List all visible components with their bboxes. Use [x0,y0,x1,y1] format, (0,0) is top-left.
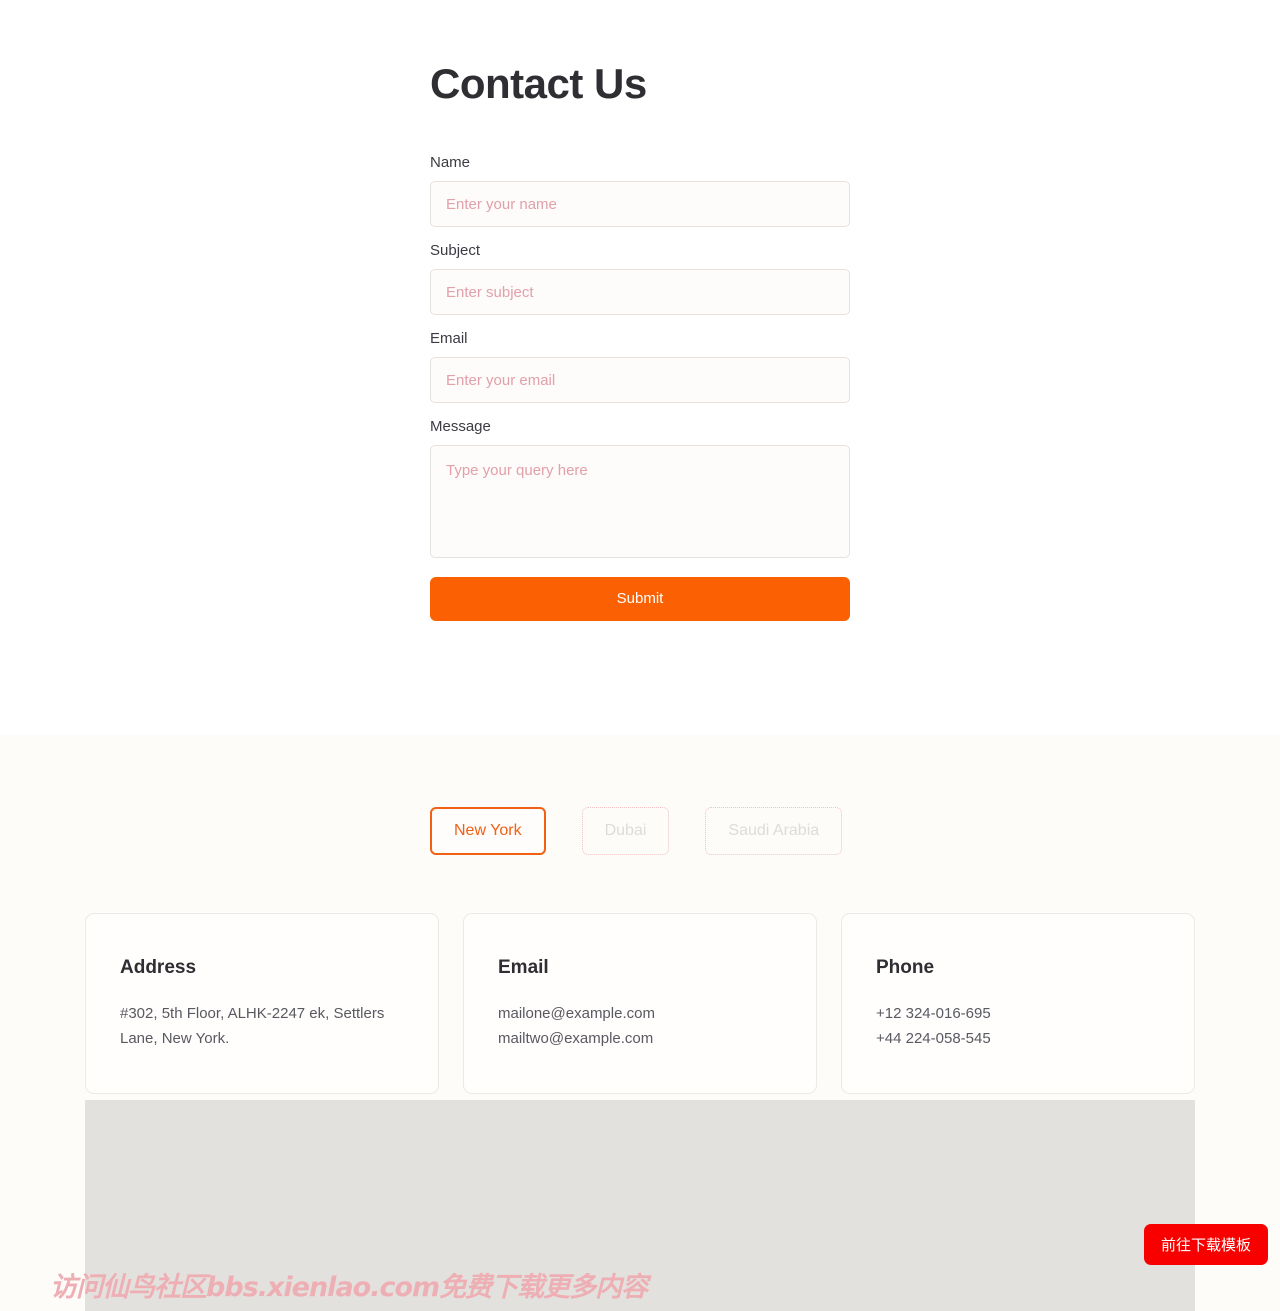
card-phone-line-2[interactable]: +44 224-058-545 [876,1026,1160,1051]
message-textarea[interactable] [430,445,850,559]
card-email: Email mailone@example.com mailtwo@exampl… [463,913,817,1095]
card-address-title: Address [120,957,197,978]
subject-label: Subject [430,242,481,260]
subject-input[interactable] [430,269,850,316]
card-address: Address #302, 5th Floor, ALHK-2247 ek, S… [85,913,439,1095]
tab-new-york[interactable]: New York [430,807,546,855]
card-address-line-1: #302, 5th Floor, ALHK-2247 ek, Settlers … [120,1004,385,1048]
field-group-name: Name [430,154,850,228]
email-label: Email [430,330,468,348]
contact-form-section: Contact Us Name Subject Email Message Su… [0,0,1280,735]
page-title: Contact Us [430,60,647,107]
submit-button[interactable]: Submit [430,577,850,622]
card-email-line-2[interactable]: mailtwo@example.com [498,1026,782,1051]
name-input[interactable] [430,181,850,228]
card-phone-line-1[interactable]: +12 324-016-695 [876,1001,1160,1026]
contact-cards: Address #302, 5th Floor, ALHK-2247 ek, S… [85,913,1195,1095]
contact-form: Contact Us Name Subject Email Message Su… [430,60,850,622]
download-template-button[interactable]: 前往下载模板 [1143,1224,1268,1265]
field-group-subject: Subject [430,242,850,316]
email-input[interactable] [430,357,850,404]
field-group-message: Message [430,418,850,559]
tab-saudi-arabia[interactable]: Saudi Arabia [705,807,843,855]
site-watermark: 访问仙鸟社区bbs.xienlao.com免费下载更多内容 [50,1272,648,1303]
field-group-email: Email [430,330,850,404]
message-label: Message [430,418,491,436]
card-email-title: Email [498,957,549,978]
name-label: Name [430,154,471,172]
card-phone-title: Phone [876,957,935,978]
tab-dubai[interactable]: Dubai [581,807,670,855]
card-phone: Phone +12 324-016-695 +44 224-058-545 [841,913,1195,1095]
card-email-line-1[interactable]: mailone@example.com [498,1001,782,1026]
location-tabs: New York Dubai Saudi Arabia [430,807,850,855]
